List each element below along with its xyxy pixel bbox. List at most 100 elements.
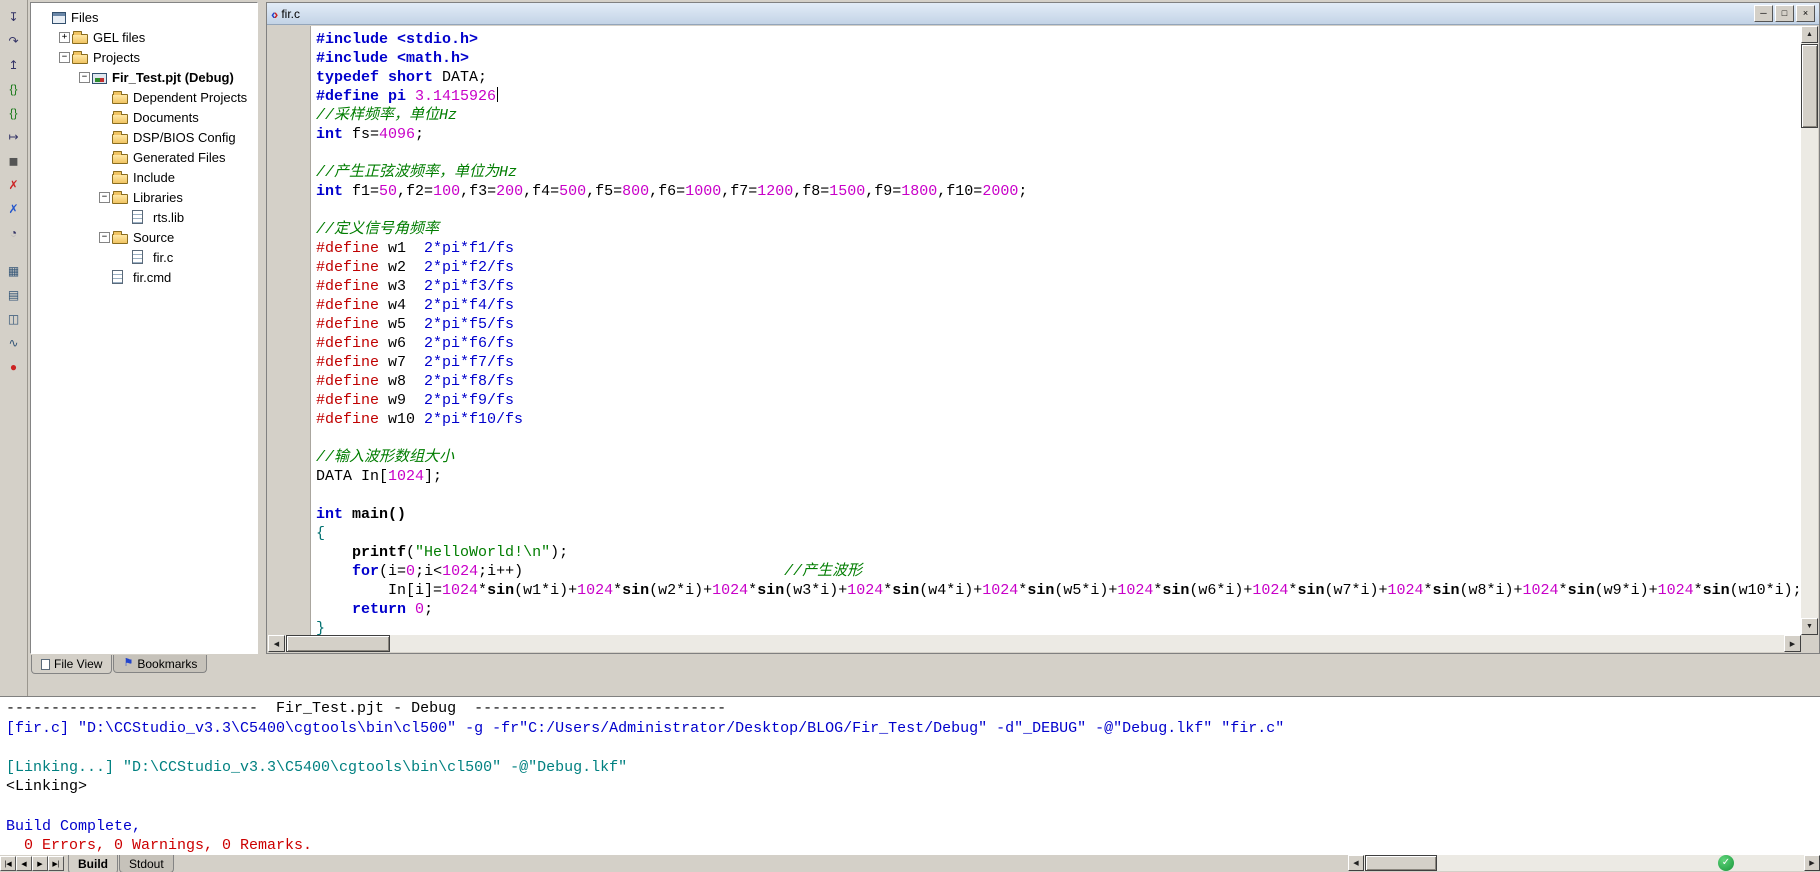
scroll-down-icon[interactable]: ▼	[1801, 618, 1818, 635]
output-tab-bar: |◀ ◀ ▶ ▶| Build Stdout ◀ ▶ ✓	[0, 855, 1820, 872]
minimize-icon[interactable]: ─	[1754, 5, 1773, 22]
scroll-right-icon[interactable]: ▶	[1804, 855, 1820, 871]
text-caret	[497, 87, 499, 102]
folder-icon	[72, 30, 88, 44]
tree-item-label: Files	[71, 9, 99, 25]
tree-item-dependent-projects[interactable]: Dependent Projects	[31, 87, 257, 107]
horizontal-scrollbar-thumb[interactable]	[1365, 855, 1437, 871]
collapse-icon[interactable]: −	[99, 231, 110, 243]
output-tabs: Build Stdout	[68, 855, 175, 872]
animate-icon[interactable]: {}	[1, 102, 26, 124]
scroll-up-icon[interactable]: ▲	[1801, 26, 1818, 43]
first-tab-icon[interactable]: |◀	[0, 856, 16, 871]
tree-item-label: fir.c	[153, 249, 174, 265]
code-line: #include <math.h>	[316, 50, 470, 67]
code-line: #define w8 2*pi*f8/fs	[316, 373, 515, 390]
doc-icon	[132, 210, 143, 224]
tree-tab-file-view[interactable]: File View	[31, 655, 113, 674]
build-output-line: <Linking>	[6, 778, 88, 796]
memory-window-icon[interactable]: ▦	[1, 260, 26, 282]
tree-item-generated-files[interactable]: Generated Files	[31, 147, 257, 167]
collapse-icon[interactable]: −	[79, 71, 90, 83]
project-tree: Files + GEL files − Projects − Fir_Test.pjt (D…	[31, 3, 257, 287]
tree-item-label: Source	[133, 229, 175, 245]
run-to-cursor-icon[interactable]: ↦	[1, 126, 26, 148]
tree-item-fir-test-pjt-debug[interactable]: − Fir_Test.pjt (Debug)	[31, 67, 257, 87]
code-line: #define w7 2*pi*f7/fs	[316, 354, 515, 371]
record-icon[interactable]: ●	[1, 356, 26, 378]
project-tree-panel: Files + GEL files − Projects − Fir_Test.pjt (D…	[30, 2, 258, 654]
register-window-icon[interactable]: ▤	[1, 284, 26, 306]
code-line: #define w2 2*pi*f2/fs	[316, 259, 515, 276]
page-icon	[41, 658, 50, 670]
build-output[interactable]: ---------------------------- Fir_Test.pj…	[0, 697, 1820, 855]
tree-item-rts-lib[interactable]: rts.lib	[31, 207, 257, 227]
vertical-scrollbar-thumb[interactable]	[1801, 44, 1818, 128]
ccs-ide-window: ↧ ↷ ↥{}{} ↦ ◼ ✗ ✗ ◔ ▦ ▤ ◫ ∿ ● Files + GEL files − Projec…	[0, 0, 1820, 872]
close-icon[interactable]: ×	[1796, 5, 1815, 22]
step-into-icon[interactable]: ↧	[1, 6, 26, 28]
build-output-line: ---------------------------- Fir_Test.pj…	[6, 700, 727, 717]
tree-item-include[interactable]: Include	[31, 167, 257, 187]
next-tab-icon[interactable]: ▶	[32, 856, 48, 871]
tree-item-files[interactable]: Files	[31, 7, 257, 27]
output-tab-label: Stdout	[129, 856, 164, 871]
graph-window-icon[interactable]: ∿	[1, 332, 26, 354]
folder-icon	[112, 170, 128, 184]
tree-item-projects[interactable]: − Projects	[31, 47, 257, 67]
editor-titlebar[interactable]: ‹ › fir.c ─ □ ×	[267, 3, 1819, 25]
editor-horizontal-scrollbar[interactable]: ◀ ▶	[268, 635, 1801, 652]
tree-item-gel-files[interactable]: + GEL files	[31, 27, 257, 47]
prev-tab-icon[interactable]: ◀	[16, 856, 32, 871]
collapse-icon[interactable]: −	[99, 191, 110, 203]
editor-selection-margin[interactable]	[268, 26, 311, 635]
profile-clock-icon[interactable]: ◔	[1, 222, 26, 244]
code-line: //产生正弦波频率，单位为Hz	[316, 164, 518, 181]
tree-item-fir-cmd[interactable]: fir.cmd	[31, 267, 257, 287]
folder-icon	[112, 150, 128, 164]
folder-icon	[72, 50, 88, 64]
tree-item-source[interactable]: − Source	[31, 227, 257, 247]
remove-breakpoints-icon[interactable]: ✗	[1, 174, 26, 196]
watch-window-icon[interactable]: ◫	[1, 308, 26, 330]
code-line: #define w6 2*pi*f6/fs	[316, 335, 515, 352]
code-line: //输入波形数组大小	[316, 449, 455, 466]
code-line: for(i=0;i<1024;i++) //产生波形	[352, 563, 863, 580]
code-line: #define w9 2*pi*f9/fs	[316, 392, 515, 409]
code-line: {	[316, 525, 326, 542]
expand-icon[interactable]: +	[59, 31, 70, 43]
overlay-green-icon[interactable]: ✓	[1718, 855, 1734, 871]
step-over-icon[interactable]: ↷	[1, 30, 26, 52]
code-area[interactable]: #include <stdio.h> #include <math.h> typed…	[311, 26, 1801, 635]
code-line: #define w10 2*pi*f10/fs	[316, 411, 524, 428]
tree-tab-label: Bookmarks	[137, 656, 198, 671]
halt-icon[interactable]: ◼	[1, 150, 26, 172]
run-icon[interactable]: {}	[1, 78, 26, 100]
scroll-right-icon[interactable]: ▶	[1784, 635, 1801, 652]
doc-icon	[112, 270, 123, 284]
step-out-icon[interactable]: ↥	[1, 54, 26, 76]
remove-probepoints-icon[interactable]: ✗	[1, 198, 26, 220]
collapse-icon[interactable]: −	[59, 51, 70, 63]
root-icon	[52, 11, 66, 24]
output-tab-build[interactable]: Build	[68, 855, 118, 872]
editor-vertical-scrollbar[interactable]: ▲ ▼	[1801, 26, 1818, 635]
tree-tab-bookmarks[interactable]: ⚑ Bookmarks	[113, 655, 208, 673]
output-tab-stdout[interactable]: Stdout	[119, 855, 174, 872]
tree-item-libraries[interactable]: − Libraries	[31, 187, 257, 207]
output-horizontal-scrollbar[interactable]: ◀ ▶	[1348, 855, 1820, 871]
tree-item-documents[interactable]: Documents	[31, 107, 257, 127]
last-tab-icon[interactable]: ▶|	[48, 856, 64, 871]
restore-icon[interactable]: □	[1775, 5, 1794, 22]
scroll-left-icon[interactable]: ◀	[268, 635, 285, 652]
tree-item-fir-c[interactable]: fir.c	[31, 247, 257, 267]
scroll-left-icon[interactable]: ◀	[1348, 855, 1364, 871]
horizontal-scrollbar-thumb[interactable]	[286, 635, 390, 652]
tree-tabs: File View ⚑ Bookmarks	[31, 655, 208, 675]
bookmark-flag-icon: ⚑	[123, 657, 134, 669]
tree-item-dsp-bios-config[interactable]: DSP/BIOS Config	[31, 127, 257, 147]
code-line: return 0;	[352, 601, 434, 618]
code-line: #define w5 2*pi*f5/fs	[316, 316, 515, 333]
code-line: #define w4 2*pi*f4/fs	[316, 297, 515, 314]
